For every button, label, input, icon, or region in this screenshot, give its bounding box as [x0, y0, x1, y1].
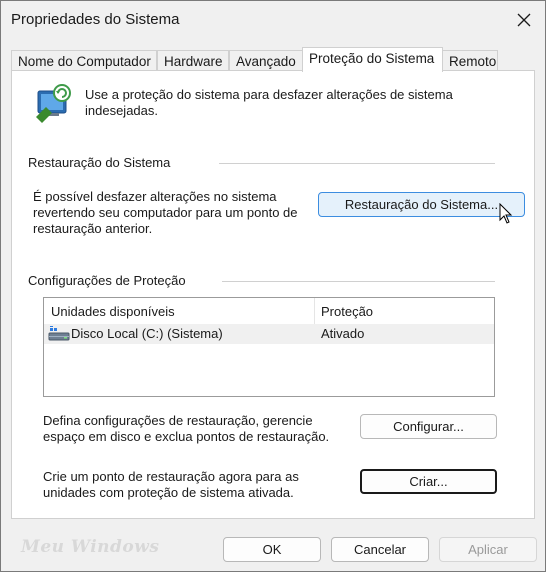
system-protection-icon [32, 83, 76, 123]
system-properties-window: Propriedades do Sistema Nome do Computad… [0, 0, 546, 572]
protection-section-title: Configurações de Proteção [28, 273, 186, 288]
drives-list-header: Unidades disponíveis Proteção [44, 298, 494, 325]
drive-icon [48, 326, 70, 341]
tab-computer-name[interactable]: Nome do Computador [11, 50, 157, 71]
drive-name: Disco Local (C:) (Sistema) [71, 326, 223, 341]
tab-system-protection[interactable]: Proteção do Sistema [302, 47, 443, 72]
cancel-button-label: Cancelar [353, 542, 407, 557]
watermark-logo: Meu Windows [21, 537, 160, 557]
ok-button-label: OK [262, 542, 282, 557]
ok-button[interactable]: OK [223, 537, 321, 562]
close-button[interactable] [509, 5, 539, 35]
tab-hardware[interactable]: Hardware [157, 50, 229, 71]
drives-list[interactable]: Unidades disponíveis Proteção Disco Loca… [43, 297, 495, 397]
restore-section-title: Restauração do Sistema [28, 155, 171, 170]
drive-row[interactable]: Disco Local (C:) (Sistema) Ativado [44, 324, 494, 344]
column-separator[interactable] [314, 298, 315, 324]
tab-panel: Use a proteção do sistema para desfazer … [11, 70, 535, 519]
drive-protection-state: Ativado [321, 326, 365, 341]
tab-strip: Nome do Computador Hardware Avançado Pro… [11, 47, 531, 72]
tab-advanced[interactable]: Avançado [229, 50, 303, 71]
intro-text: Use a proteção do sistema para desfazer … [85, 87, 453, 118]
configure-button[interactable]: Configurar... [360, 414, 497, 439]
protection-section-divider [222, 281, 495, 282]
configure-button-label: Configurar... [393, 419, 464, 434]
column-header-protection[interactable]: Proteção [321, 304, 373, 319]
configure-description: Defina configurações de restauração, ger… [43, 413, 330, 444]
restore-description: É possível desfazer alterações no sistem… [33, 189, 298, 236]
apply-button-label: Aplicar [468, 542, 508, 557]
create-description: Crie um ponto de restauração agora para … [43, 469, 299, 500]
column-header-drives[interactable]: Unidades disponíveis [51, 304, 175, 319]
close-icon [517, 13, 531, 27]
system-restore-button[interactable]: Restauração do Sistema... [318, 192, 525, 217]
system-restore-button-label: Restauração do Sistema... [344, 197, 499, 212]
title-bar[interactable]: Propriedades do Sistema [1, 1, 545, 39]
create-button-label: Criar... [409, 474, 448, 489]
apply-button[interactable]: Aplicar [439, 537, 537, 562]
create-button[interactable]: Criar... [360, 469, 497, 494]
cancel-button[interactable]: Cancelar [331, 537, 429, 562]
tab-remote[interactable]: Remoto [442, 50, 498, 71]
mouse-cursor-icon [499, 203, 513, 224]
restore-section-divider [219, 163, 495, 164]
window-title: Propriedades do Sistema [11, 11, 180, 28]
